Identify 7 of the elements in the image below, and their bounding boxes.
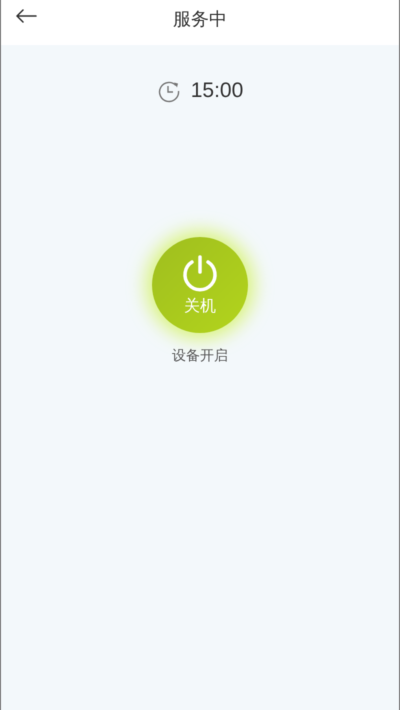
timer-icon — [156, 79, 181, 103]
status-text: 设备开启 — [172, 347, 228, 365]
power-icon — [181, 254, 219, 292]
timer-text: 15:00 — [190, 79, 244, 103]
power-button[interactable]: 关机 — [152, 237, 248, 333]
back-arrow-icon — [15, 9, 37, 23]
page-title: 服务中 — [173, 8, 227, 30]
